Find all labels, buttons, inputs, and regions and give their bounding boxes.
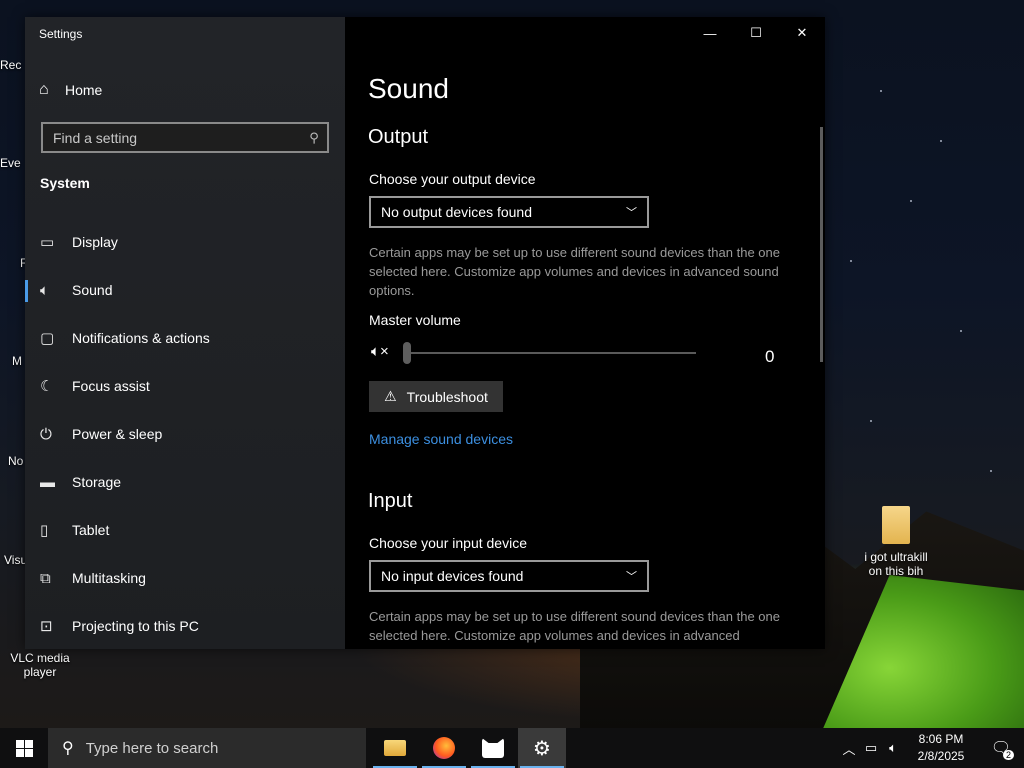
storage-icon: ▬: [40, 473, 55, 491]
sidebar-item-notifications[interactable]: ▢ Notifications & actions: [25, 314, 345, 362]
scrollbar[interactable]: [820, 127, 823, 362]
chevron-down-icon: ﹀: [626, 207, 637, 219]
search-icon: ⚲: [62, 740, 74, 757]
sidebar-item-storage[interactable]: ▬ Storage: [25, 458, 345, 506]
chevron-up-icon[interactable]: ︿: [838, 739, 860, 758]
folder-icon: [384, 740, 406, 756]
input-device-label: Choose your input device: [369, 535, 527, 551]
volume-slider-thumb[interactable]: [403, 342, 411, 364]
projecting-icon: ⊡: [40, 618, 53, 635]
clock-date: 2/8/2025: [917, 749, 965, 763]
start-button[interactable]: [0, 728, 48, 768]
input-device-value: No input devices found: [381, 568, 524, 584]
taskbar-settings[interactable]: ⚙: [518, 728, 566, 768]
master-volume-label: Master volume: [369, 312, 461, 328]
output-device-label: Choose your output device: [369, 171, 536, 187]
gear-icon: ⚙: [533, 737, 551, 760]
output-device-value: No output devices found: [381, 204, 532, 220]
page-title: Sound: [368, 73, 449, 104]
sidebar: Settings ⌂ Home ⚲ System ▭ Display 🔈︎ So…: [25, 17, 345, 649]
sidebar-item-display[interactable]: ▭ Display: [25, 218, 345, 266]
sidebar-item-multitasking[interactable]: ⧉ Multitasking: [25, 554, 345, 602]
master-volume-row: 🔈︎× 0: [369, 342, 789, 366]
system-tray: ︿ ▭ 🔈︎ 8:06 PM 2/8/2025 🗨︎ 2: [838, 728, 1024, 768]
sidebar-item-power-sleep[interactable]: ⏻ Power & sleep: [25, 410, 345, 458]
sidebar-item-label: Storage: [72, 474, 122, 490]
speaker-muted-icon[interactable]: 🔈︎×: [371, 343, 389, 360]
sidebar-item-tablet[interactable]: ▯ Tablet: [25, 506, 345, 554]
tablet-icon: ▯: [40, 522, 49, 539]
troubleshoot-label: Troubleshoot: [406, 388, 488, 405]
settings-search[interactable]: ⚲: [41, 122, 329, 153]
volume-track[interactable]: [403, 352, 696, 354]
action-center-button[interactable]: 🗨︎ 2: [978, 728, 1024, 768]
volume-value: 0: [765, 347, 775, 366]
output-device-select[interactable]: No output devices found ﹀: [369, 196, 649, 228]
search-icon[interactable]: ⚲: [301, 130, 327, 146]
input-heading: Input: [368, 490, 413, 512]
settings-window: Settings ⌂ Home ⚲ System ▭ Display 🔈︎ So…: [25, 17, 825, 649]
window-controls: — ☐ ✕: [687, 17, 825, 49]
monitor-icon: ▭: [40, 234, 55, 251]
taskbar: ⚲ Type here to search ⚙ ︿ ▭ 🔈︎ 8:06 PM 2…: [0, 728, 1024, 768]
sidebar-item-label: Multitasking: [72, 570, 146, 586]
sound-page: — ☐ ✕ Sound Output Choose your output de…: [345, 17, 825, 649]
input-device-select[interactable]: No input devices found ﹀: [369, 560, 649, 592]
sidebar-item-label: Notifications & actions: [72, 330, 210, 346]
windows-logo-icon: [15, 739, 33, 757]
taskbar-search-placeholder: Type here to search: [85, 739, 219, 757]
search-input[interactable]: [43, 129, 301, 146]
firefox-icon: [433, 737, 455, 759]
input-description: Certain apps may be set up to use differ…: [369, 609, 780, 643]
sidebar-item-label: Focus assist: [72, 378, 150, 394]
desktop-icon-folder[interactable]: i got ultrakill on this bih: [856, 506, 936, 578]
troubleshoot-button[interactable]: ⚠ Troubleshoot: [369, 381, 503, 412]
folder-label: i got ultrakill on this bih: [864, 550, 928, 578]
sidebar-item-projecting[interactable]: ⊡ Projecting to this PC: [25, 602, 345, 649]
clock[interactable]: 8:06 PM 2/8/2025: [904, 731, 978, 765]
sidebar-item-label: Power & sleep: [72, 426, 163, 442]
home-icon: ⌂: [39, 81, 49, 98]
folder-icon: [882, 506, 910, 544]
minimize-button[interactable]: —: [687, 17, 733, 49]
manage-sound-devices-link[interactable]: Manage sound devices: [369, 431, 513, 447]
multitasking-icon: ⧉: [40, 569, 51, 587]
warning-icon: ⚠: [384, 388, 397, 404]
notification-count: 2: [1002, 750, 1014, 760]
maximize-button[interactable]: ☐: [733, 17, 779, 49]
speaker-muted-icon[interactable]: 🔈︎: [882, 740, 904, 756]
power-icon: ⏻: [40, 425, 52, 443]
output-heading: Output: [368, 126, 429, 148]
speaker-icon: 🔈︎: [40, 281, 50, 299]
sidebar-item-label: Projecting to this PC: [72, 618, 199, 634]
network-icon[interactable]: ▭: [860, 740, 882, 756]
sidebar-item-label: Tablet: [72, 522, 110, 538]
taskbar-app-cat[interactable]: [469, 728, 517, 768]
section-label: System: [40, 175, 90, 191]
sidebar-item-focus-assist[interactable]: ☾ Focus assist: [25, 362, 345, 410]
sidebar-home[interactable]: ⌂ Home: [39, 79, 102, 101]
chevron-down-icon: ﹀: [626, 571, 637, 583]
sidebar-item-label: Display: [72, 234, 118, 250]
taskbar-firefox[interactable]: [420, 728, 468, 768]
sidebar-item-sound[interactable]: 🔈︎ Sound: [25, 266, 345, 314]
taskbar-search[interactable]: ⚲ Type here to search: [48, 728, 366, 768]
moon-icon: ☾: [40, 378, 54, 395]
clock-time: 8:06 PM: [918, 732, 964, 746]
taskbar-file-explorer[interactable]: [371, 728, 419, 768]
sidebar-nav: ▭ Display 🔈︎ Sound ▢ Notifications & act…: [25, 218, 345, 649]
output-description: Certain apps may be set up to use differ…: [369, 245, 780, 298]
window-title: Settings: [39, 27, 83, 41]
home-label: Home: [65, 82, 103, 98]
cat-app-icon: [482, 738, 504, 758]
sidebar-item-label: Sound: [72, 282, 113, 298]
close-button[interactable]: ✕: [779, 17, 825, 49]
notification-icon: ▢: [40, 330, 55, 347]
